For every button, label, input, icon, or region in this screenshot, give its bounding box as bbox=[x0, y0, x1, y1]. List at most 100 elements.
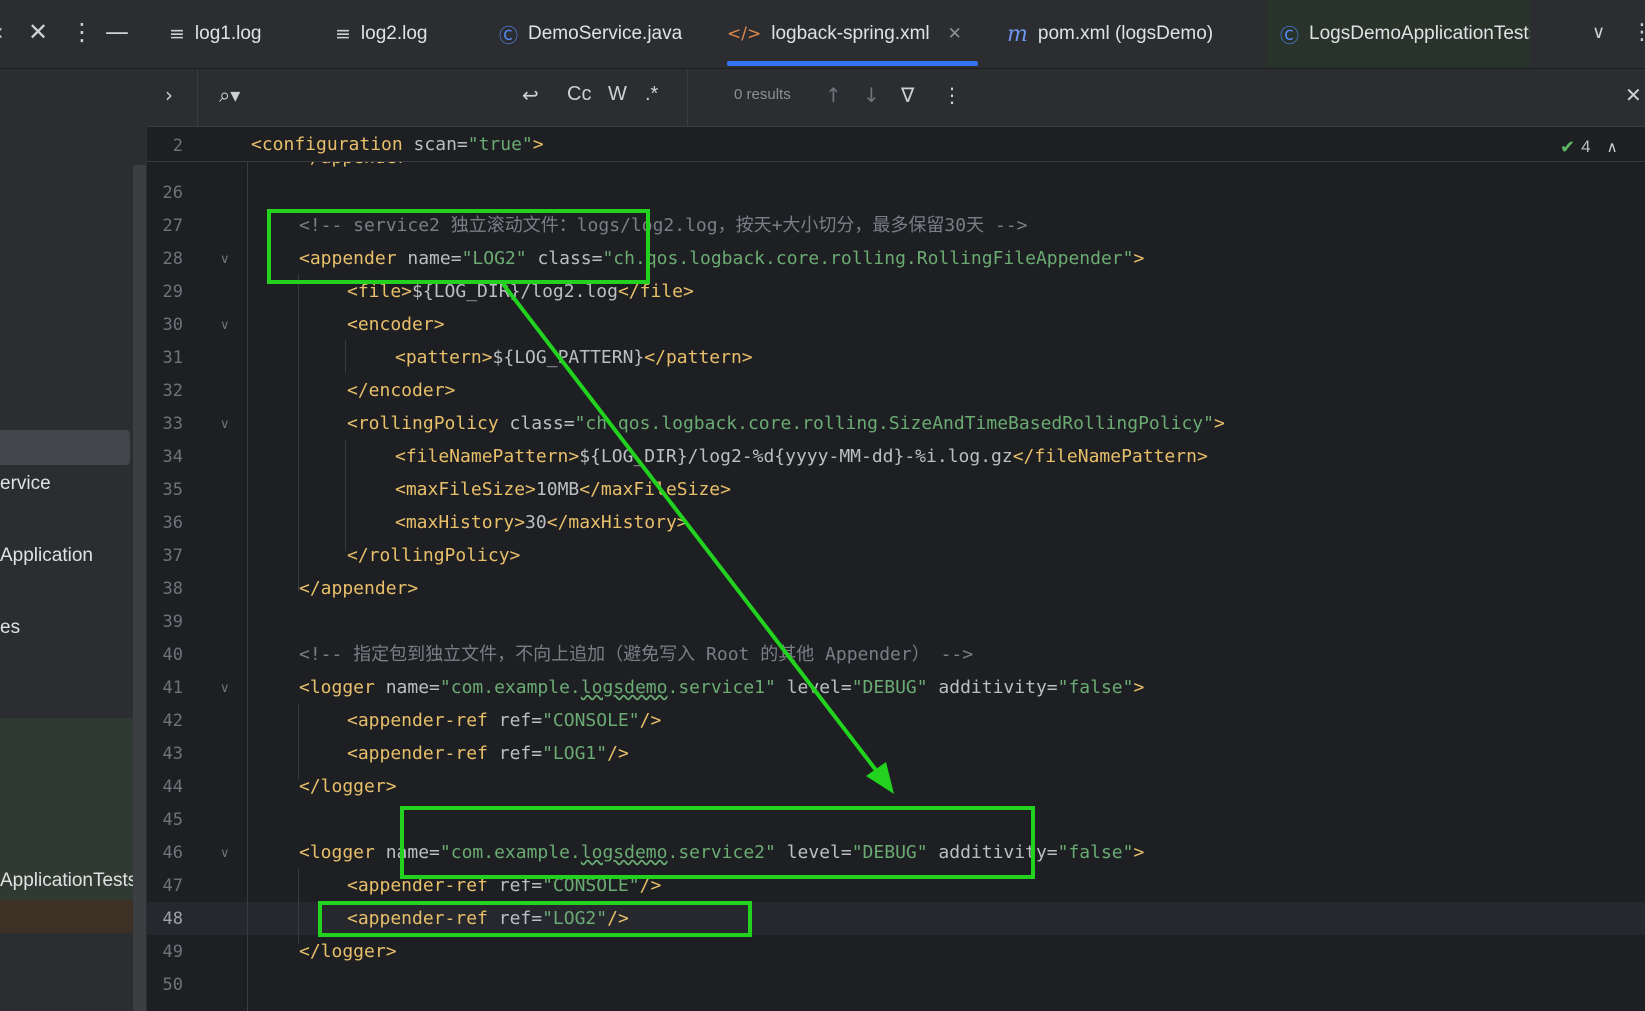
more-find-options-icon[interactable]: ⋮ bbox=[942, 83, 962, 107]
line-number: 34 bbox=[162, 447, 183, 467]
minimize-icon[interactable]: — bbox=[105, 20, 129, 44]
line-number: 44 bbox=[162, 777, 183, 797]
code-line-47: <appender-ref ref="CONSOLE"/> bbox=[347, 875, 662, 896]
tab-logback-spring[interactable]: </> logback-spring.xml ✕ bbox=[727, 0, 978, 68]
sidebar-item[interactable]: ApplicationTests bbox=[0, 870, 137, 892]
code-line-34: <fileNamePattern>${LOG_DIR}/log2-%d{yyyy… bbox=[395, 446, 1208, 467]
find-bar: › ⌕▾ ↩ Cc W .* 0 results ↑ ↓ ∇ ⋮ ✕ bbox=[147, 69, 1645, 127]
code-line-31: <pattern>${LOG_PATTERN}</pattern> bbox=[395, 347, 753, 368]
inspection-widget[interactable]: ✔ 4 ∧ bbox=[1560, 133, 1645, 161]
chevron-up-icon[interactable]: ∧ bbox=[1607, 138, 1618, 156]
close-tab-icon[interactable]: ✕ bbox=[948, 24, 962, 44]
more-tabs-icon[interactable]: ⋮ bbox=[1631, 20, 1645, 45]
more-options-icon[interactable]: ⋮ bbox=[70, 20, 94, 44]
code-line-41: <logger name="com.example.logsdemo.servi… bbox=[299, 677, 1145, 698]
tab-logsdemo-tests[interactable]: Ⓒ LogsDemoApplicationTests.ja bbox=[1266, 0, 1530, 68]
fold-chevron-icon[interactable]: ∨ bbox=[220, 846, 230, 861]
fold-chevron-icon[interactable]: ∨ bbox=[220, 318, 230, 333]
fold-chevron-icon[interactable]: ∨ bbox=[220, 252, 230, 267]
code-line-29: <file>${LOG_DIR}/log2.log</file> bbox=[347, 281, 694, 302]
line-number: 50 bbox=[162, 975, 183, 995]
results-count: 0 results bbox=[734, 86, 791, 103]
line-number: 38 bbox=[162, 579, 183, 599]
line-number: 41 bbox=[162, 678, 183, 698]
sidebar-toolbar: ‹ ✕ ⋮ — bbox=[0, 0, 147, 69]
project-sidebar: ‹ ✕ ⋮ — ervice Application es Applicatio… bbox=[0, 0, 147, 1011]
collapse-all-icon[interactable]: ✕ bbox=[28, 20, 48, 44]
match-case-toggle[interactable]: Cc bbox=[567, 83, 591, 106]
tab-label: log1.log bbox=[194, 23, 262, 44]
line-number: 40 bbox=[162, 645, 183, 665]
chevron-right-icon[interactable]: › bbox=[165, 83, 173, 107]
annotation-box-appender bbox=[267, 209, 650, 284]
code-line-49: </logger> bbox=[299, 941, 397, 962]
xml-file-icon: </> bbox=[727, 24, 762, 44]
sticky-scroll-header[interactable]: 2 <configuration scan="true"> ✔ 4 ∧ bbox=[147, 127, 1645, 162]
tab-log1[interactable]: ≡ log1.log bbox=[169, 0, 261, 68]
inspection-count: 4 bbox=[1581, 137, 1591, 156]
sidebar-scrollbar[interactable] bbox=[133, 165, 146, 1011]
fold-chevron-icon[interactable]: ∨ bbox=[220, 417, 230, 432]
code-line-35: <maxFileSize>10MB</maxFileSize> bbox=[395, 479, 731, 500]
line-number: 31 bbox=[162, 348, 183, 368]
fold-chevron-icon[interactable]: ∨ bbox=[220, 681, 230, 696]
sidebar-highlight-brown bbox=[0, 900, 133, 933]
line-number: 27 bbox=[162, 216, 183, 236]
line-number: 37 bbox=[162, 546, 183, 566]
code-line-32: </encoder> bbox=[347, 380, 456, 401]
line-number: 29 bbox=[162, 282, 183, 302]
sidebar-item[interactable]: Application bbox=[0, 545, 93, 567]
regex-toggle[interactable]: .* bbox=[645, 83, 658, 106]
line-number: 36 bbox=[162, 513, 183, 533]
maven-icon: m bbox=[1007, 21, 1028, 47]
tab-log2[interactable]: ≡ log2.log bbox=[335, 0, 427, 68]
sidebar-item[interactable]: ervice bbox=[0, 473, 51, 495]
code-line-37: </rollingPolicy> bbox=[347, 545, 521, 566]
tab-label: LogsDemoApplicationTests.ja bbox=[1309, 23, 1530, 44]
line-number: 26 bbox=[162, 183, 183, 203]
tab-label: pom.xml (logsDemo) bbox=[1037, 23, 1214, 44]
line-number: 2 bbox=[172, 136, 183, 156]
tab-demoservice[interactable]: Ⓒ DemoService.java bbox=[499, 0, 682, 68]
newline-icon[interactable]: ↩ bbox=[522, 83, 539, 107]
line-number: 45 bbox=[162, 810, 183, 830]
sticky-code-line: <configuration scan="true"> bbox=[251, 134, 544, 155]
tab-label: DemoService.java bbox=[528, 23, 683, 44]
line-number: 48 bbox=[162, 909, 183, 929]
prev-occurrence-icon[interactable]: ↑ bbox=[825, 83, 842, 107]
code-line-44: </logger> bbox=[299, 776, 397, 797]
tab-label: log2.log bbox=[360, 23, 428, 44]
line-number: 42 bbox=[162, 711, 183, 731]
gutter-divider bbox=[247, 140, 248, 1011]
line-number: 46 bbox=[162, 843, 183, 863]
text-file-icon: ≡ bbox=[169, 23, 185, 45]
words-toggle[interactable]: W bbox=[608, 83, 627, 106]
close-find-icon[interactable]: ✕ bbox=[1625, 83, 1642, 107]
sidebar-item[interactable]: es bbox=[0, 617, 20, 639]
line-number: 49 bbox=[162, 942, 183, 962]
code-line-40: <!-- 指定包到独立文件，不向上追加（避免写入 Root 的其他 Append… bbox=[299, 644, 974, 665]
tab-label: logback-spring.xml bbox=[771, 23, 930, 44]
editor-tab-bar: ≡ log1.log ≡ log2.log Ⓒ DemoService.java… bbox=[147, 0, 1645, 69]
check-icon: ✔ bbox=[1560, 136, 1576, 158]
code-line-42: <appender-ref ref="CONSOLE"/> bbox=[347, 710, 662, 731]
search-history-icon[interactable]: ⌕▾ bbox=[219, 83, 240, 107]
sidebar-selected-row[interactable] bbox=[0, 430, 130, 465]
code-line-33: <rollingPolicy class="ch.qos.logback.cor… bbox=[347, 413, 1225, 434]
line-number: 32 bbox=[162, 381, 183, 401]
java-class-icon: Ⓒ bbox=[499, 24, 519, 47]
text-file-icon: ≡ bbox=[335, 23, 351, 45]
filter-icon[interactable]: ∇ bbox=[901, 83, 914, 107]
line-number: 43 bbox=[162, 744, 183, 764]
java-test-class-icon: Ⓒ bbox=[1280, 24, 1300, 47]
tab-pom[interactable]: m pom.xml (logsDemo) bbox=[1007, 0, 1213, 68]
annotation-box-appender-ref bbox=[318, 901, 752, 937]
expand-all-icon[interactable]: ‹ bbox=[0, 20, 4, 44]
next-occurrence-icon[interactable]: ↓ bbox=[863, 83, 880, 107]
chevron-down-icon[interactable]: ∨ bbox=[1592, 22, 1605, 43]
code-line-38: </appender> bbox=[299, 578, 419, 599]
code-line-30: <encoder> bbox=[347, 314, 445, 335]
line-number: 39 bbox=[162, 612, 183, 632]
code-line-43: <appender-ref ref="LOG1"/> bbox=[347, 743, 629, 764]
line-number: 35 bbox=[162, 480, 183, 500]
